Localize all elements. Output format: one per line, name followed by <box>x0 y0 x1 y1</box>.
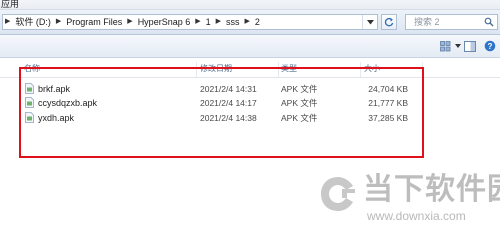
breadcrumb-hypersnap[interactable]: HyperSnap 6 <box>135 15 194 29</box>
chevron-down-icon <box>366 19 374 24</box>
view-icon <box>440 40 451 51</box>
breadcrumb-1[interactable]: 1 <box>203 15 214 29</box>
breadcrumb-2[interactable]: 2 <box>252 15 263 29</box>
preview-pane-icon <box>464 40 476 52</box>
chevron-right-icon[interactable]: ▶ <box>214 15 223 29</box>
chevron-right-icon[interactable]: ▶ <box>243 15 252 29</box>
highlight-annotation <box>19 67 424 158</box>
help-button[interactable]: ? <box>484 39 496 53</box>
toolbar: ? <box>0 35 500 58</box>
search-icon <box>484 17 494 27</box>
breadcrumb-items: ▶ 软件 (D:) ▶ Program Files ▶ HyperSnap 6 … <box>3 15 263 29</box>
preview-pane-button[interactable] <box>464 39 476 53</box>
breadcrumb-drive[interactable]: 软件 (D:) <box>12 15 54 29</box>
downxia-logo-icon <box>321 177 355 211</box>
breadcrumb-sss[interactable]: sss <box>223 15 243 29</box>
view-options-button[interactable] <box>440 39 461 53</box>
watermark-url: www.downxia.com <box>367 209 466 223</box>
chevron-right-icon[interactable]: ▶ <box>193 15 202 29</box>
menu-bar: 应用 <box>0 0 500 10</box>
breadcrumb-program-files[interactable]: Program Files <box>63 15 125 29</box>
breadcrumb[interactable]: ▶ 软件 (D:) ▶ Program Files ▶ HyperSnap 6 … <box>2 14 378 30</box>
menu-item-app[interactable]: 应用 <box>1 0 19 9</box>
chevron-right-icon[interactable]: ▶ <box>3 15 12 29</box>
chevron-right-icon[interactable]: ▶ <box>125 15 134 29</box>
chevron-down-icon <box>455 44 461 48</box>
watermark: 当下软件园 www.downxia.com <box>318 170 500 235</box>
chevron-right-icon[interactable]: ▶ <box>54 15 63 29</box>
search-input[interactable]: 搜索 2 <box>405 14 498 30</box>
address-bar: ▶ 软件 (D:) ▶ Program Files ▶ HyperSnap 6 … <box>0 10 500 35</box>
refresh-button[interactable] <box>381 14 397 30</box>
help-icon: ? <box>484 40 496 52</box>
watermark-title: 当下软件园 <box>363 173 500 206</box>
address-dropdown-button[interactable] <box>362 15 377 29</box>
search-placeholder: 搜索 2 <box>414 17 440 27</box>
svg-text:?: ? <box>488 42 493 51</box>
refresh-icon <box>384 17 394 27</box>
